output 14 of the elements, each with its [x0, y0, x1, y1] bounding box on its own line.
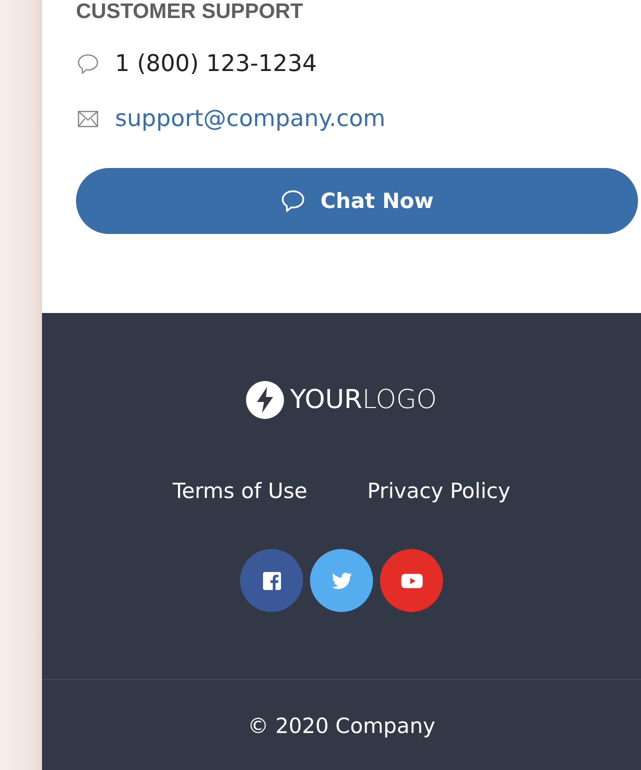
email-link[interactable]: support@company.com	[115, 106, 386, 132]
lightning-bolt-icon	[246, 381, 284, 419]
logo-text: YOURLOGO	[290, 385, 437, 415]
bird-icon	[330, 570, 352, 592]
copyright-text: © 2020 Company	[248, 714, 436, 738]
play-icon	[400, 572, 422, 588]
chat-now-button[interactable]: Chat Now	[76, 168, 638, 234]
speech-bubble-icon	[76, 52, 100, 76]
phone-number: 1 (800) 123-1234	[115, 51, 317, 77]
section-heading: CUSTOMER SUPPORT	[76, 0, 304, 24]
footer-link[interactable]: Privacy Policy	[367, 479, 510, 503]
speech-bubble-icon	[280, 188, 306, 214]
facebook-icon	[262, 570, 282, 590]
footer-link[interactable]: Terms of Use	[172, 479, 308, 503]
